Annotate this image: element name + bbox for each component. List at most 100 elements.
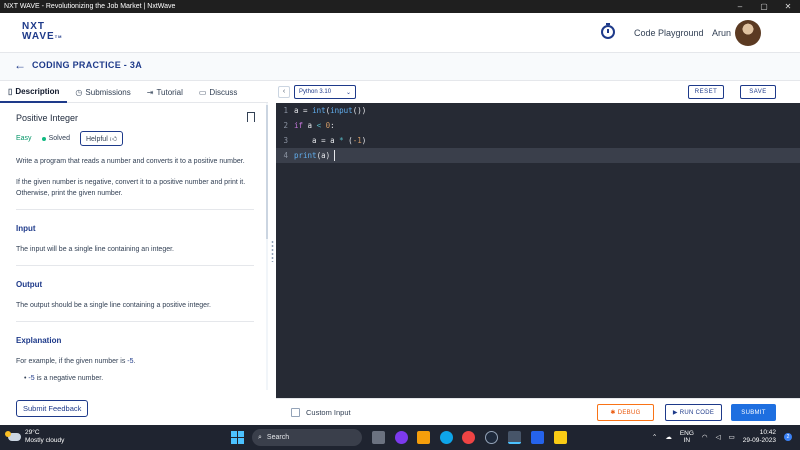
code-text: print(a)	[294, 151, 331, 160]
maximize-button[interactable]: ▢	[752, 2, 776, 11]
panel-resize-handle[interactable]	[271, 240, 274, 262]
problem-title: Positive Integer	[16, 113, 79, 123]
difficulty-badge: Easy	[16, 135, 32, 142]
language-select[interactable]: Python 3.10 ⌄	[294, 85, 356, 99]
avatar[interactable]	[735, 20, 761, 46]
active-app-icon[interactable]	[508, 431, 521, 444]
input-text: The input will be a single line containi…	[16, 246, 174, 253]
code-editor[interactable]: 1 a = int(input()) 2 if a < 0: 3 a = a *…	[276, 103, 800, 398]
code-playground-link[interactable]: Code Playground	[634, 28, 704, 38]
description-paragraph: Write a program that reads a number and …	[16, 158, 245, 165]
task-view-icon[interactable]	[372, 431, 385, 444]
problem-badges: Easy Solved Helpful 👍︎	[16, 131, 252, 146]
edge-icon[interactable]	[440, 431, 453, 444]
chrome-icon[interactable]	[462, 431, 475, 444]
submit-button[interactable]: SUBMIT	[731, 404, 776, 421]
notification-badge[interactable]: 2	[784, 433, 792, 441]
submit-feedback-button[interactable]: Submit Feedback	[16, 400, 89, 417]
close-button[interactable]: ✕	[776, 2, 800, 11]
chat-icon: ▭	[198, 87, 207, 97]
sticky-notes-icon[interactable]	[554, 431, 567, 444]
divider	[16, 321, 254, 322]
chevron-up-icon[interactable]: ⌃	[652, 433, 657, 441]
minimize-button[interactable]: –	[728, 2, 752, 11]
stopwatch-icon[interactable]	[601, 23, 615, 39]
vscode-icon[interactable]	[531, 431, 544, 444]
onedrive-icon[interactable]: ☁	[665, 433, 672, 441]
username[interactable]: Arun	[712, 28, 731, 38]
code-line-current[interactable]: 4 print(a)	[276, 148, 800, 163]
status-dot-icon	[41, 136, 46, 141]
file-explorer-icon[interactable]	[417, 431, 430, 444]
run-code-button[interactable]: ▶ RUN CODE	[665, 404, 722, 421]
bug-icon: ✱	[610, 410, 616, 416]
status-badge: Solved	[41, 135, 70, 142]
line-number: 4	[283, 151, 288, 160]
divider	[16, 265, 254, 266]
teams-icon[interactable]	[395, 431, 408, 444]
problem-tabs: ▯ Description ◷ Submissions ⇥ Tutorial ▭…	[0, 81, 268, 103]
breadcrumb-bar: ← CODING PRACTICE - 3A	[0, 53, 800, 81]
output-text: The output should be a single line conta…	[16, 302, 211, 309]
window-title: NXT WAVE - Revolutionizing the Job Marke…	[4, 3, 176, 10]
wifi-icon[interactable]: ◠	[702, 433, 708, 441]
clock[interactable]: 10:42 29-09-2023	[743, 429, 776, 445]
language-indicator[interactable]: ENG IN	[680, 430, 694, 444]
editor-footer: Custom Input ✱ DEBUG ▶ RUN CODE SUBMIT	[276, 398, 800, 425]
cloud-icon	[5, 431, 21, 441]
nxtwave-logo[interactable]: NXT WAVETM	[22, 22, 63, 42]
play-icon: ▶	[672, 410, 678, 416]
window-controls: – ▢ ✕	[728, 0, 800, 13]
tab-discuss[interactable]: ▭ Discuss	[191, 81, 246, 103]
line-number: 2	[283, 121, 288, 130]
save-button[interactable]: SAVE	[740, 85, 776, 99]
temperature: 29°C	[25, 429, 40, 436]
weather-text: Mostly cloudy	[25, 437, 65, 444]
problem-description-panel[interactable]: Positive Integer Easy Solved Helpful 👍︎ …	[0, 103, 268, 390]
scrollbar-thumb[interactable]	[266, 105, 268, 239]
windows-start-icon[interactable]	[231, 431, 244, 444]
editor-toolbar: ‹ Python 3.10 ⌄ RESET SAVE	[276, 81, 800, 103]
window-titlebar: NXT WAVE - Revolutionizing the Job Marke…	[0, 0, 800, 13]
clock-icon: ◷	[75, 87, 83, 97]
tab-tutorial[interactable]: ⇥ Tutorial	[139, 81, 191, 103]
code-line[interactable]: 1 a = int(input())	[276, 103, 800, 118]
battery-icon[interactable]: ▭	[729, 433, 735, 441]
debug-button[interactable]: ✱ DEBUG	[597, 404, 654, 421]
weather-widget[interactable]: 29°C Mostly cloudy	[5, 429, 65, 445]
tab-description[interactable]: ▯ Description	[0, 81, 68, 103]
collapse-panel-button[interactable]: ‹	[278, 86, 290, 98]
sun-icon	[5, 431, 11, 437]
app-header: NXT WAVETM Code Playground Arun	[0, 13, 800, 53]
explanation-heading: Explanation	[16, 336, 62, 345]
tab-submissions[interactable]: ◷ Submissions	[67, 81, 138, 103]
line-number: 3	[283, 136, 288, 145]
taskbar-search[interactable]: ⌕ Search	[252, 429, 362, 446]
explanation-value: -5	[127, 358, 134, 365]
code-text: a = a * (-1)	[294, 136, 367, 145]
custom-input-label[interactable]: Custom Input	[306, 408, 351, 417]
line-number: 1	[283, 106, 288, 115]
tutorial-icon: ⇥	[146, 87, 154, 97]
helpful-button[interactable]: Helpful 👍︎	[79, 131, 124, 146]
input-heading: Input	[16, 224, 36, 233]
document-icon: ▯	[8, 86, 13, 96]
code-text: if a < 0:	[294, 121, 335, 130]
code-line[interactable]: 2 if a < 0:	[276, 118, 800, 133]
bookmark-icon[interactable]	[247, 112, 255, 122]
divider	[16, 209, 254, 210]
taskbar: 29°C Mostly cloudy ⌕ Search ⌃ ☁ ENG IN ◠…	[0, 425, 800, 450]
code-line[interactable]: 3 a = a * (-1)	[276, 133, 800, 148]
chevron-down-icon: ⌄	[345, 89, 351, 96]
custom-input-checkbox[interactable]	[291, 408, 300, 417]
back-arrow-icon[interactable]: ←	[14, 58, 26, 72]
search-icon: ⌕	[258, 433, 262, 441]
page-title: CODING PRACTICE - 3A	[32, 60, 143, 70]
left-footer: Submit Feedback	[16, 398, 89, 417]
code-text: a = int(input())	[294, 106, 367, 115]
thumbs-up-icon: 👍︎	[109, 136, 118, 143]
dell-icon[interactable]	[485, 431, 498, 444]
output-heading: Output	[16, 280, 43, 289]
reset-button[interactable]: RESET	[688, 85, 724, 99]
volume-icon[interactable]: ◁	[716, 433, 721, 441]
